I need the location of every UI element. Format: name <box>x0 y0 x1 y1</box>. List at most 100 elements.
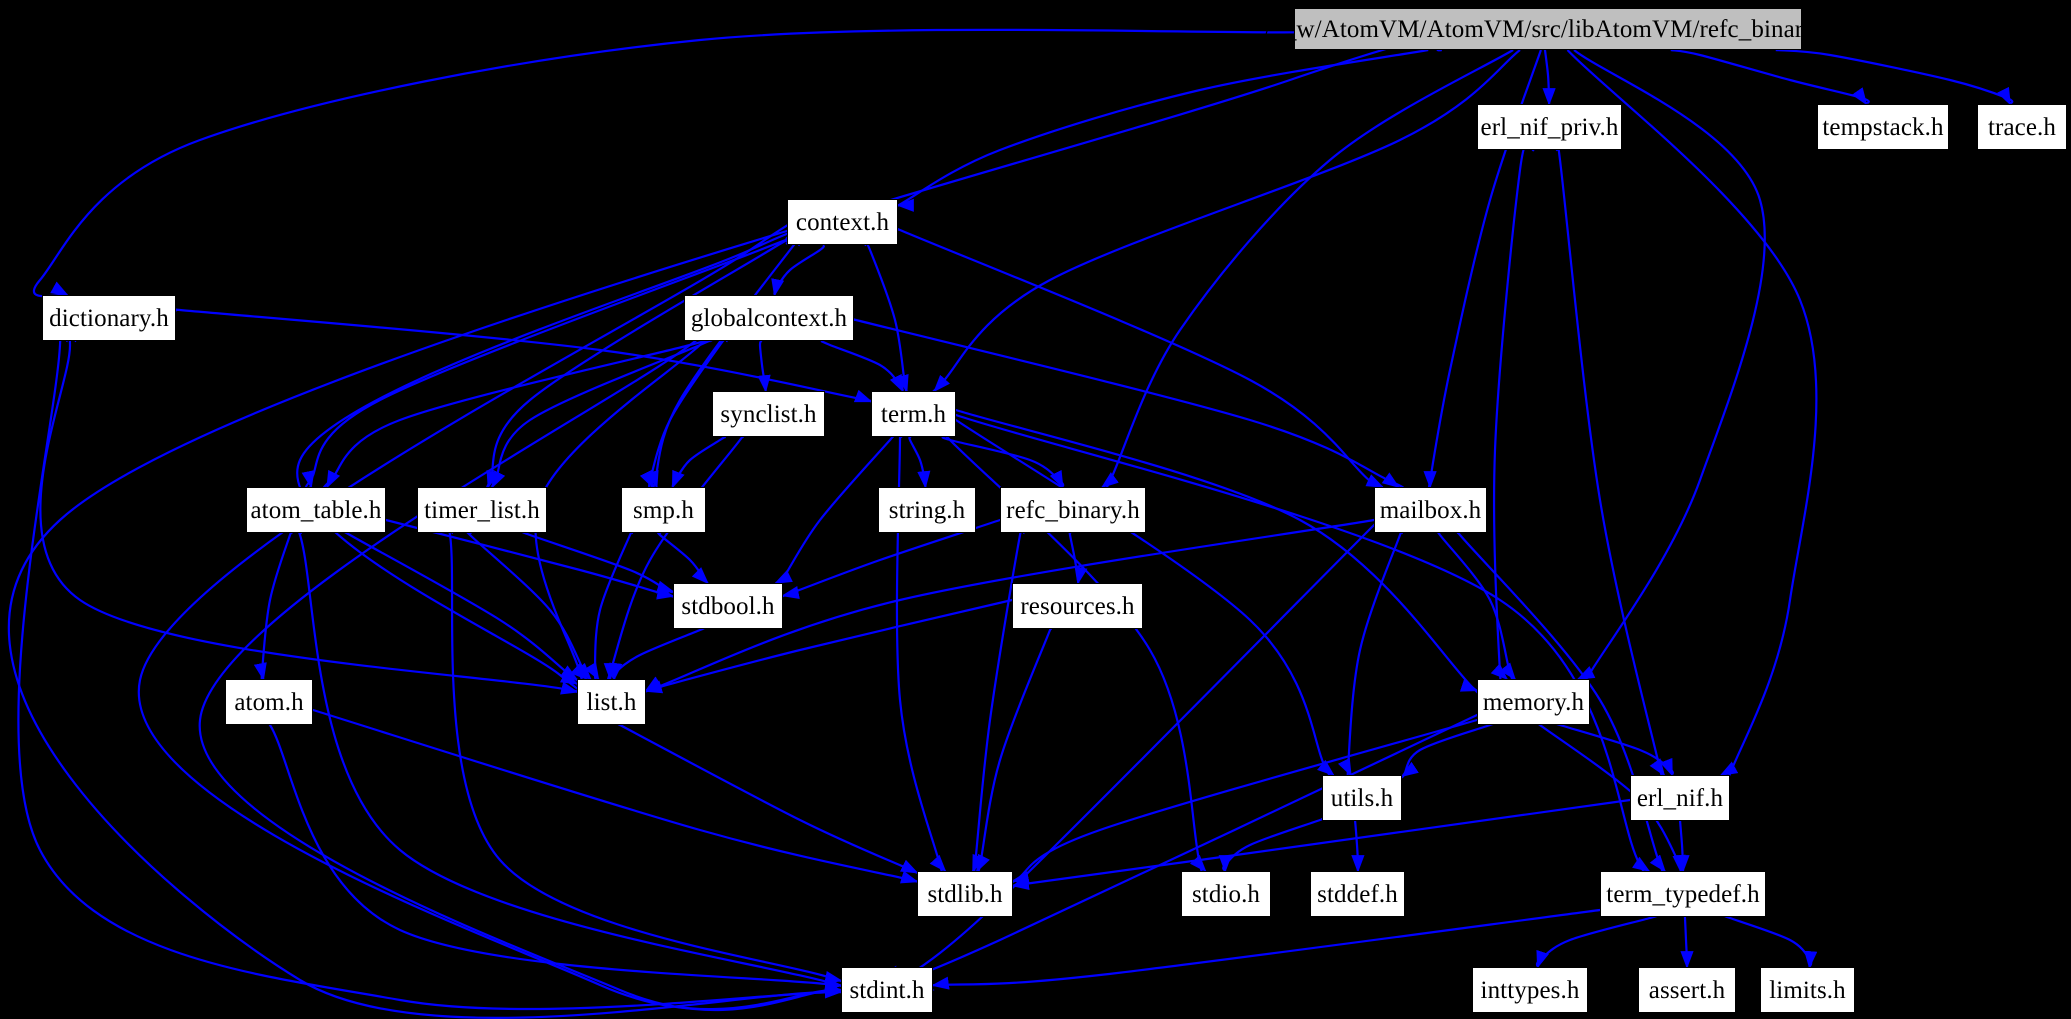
node-tempstack[interactable]: tempstack.h <box>1817 104 1949 150</box>
edge-stdbool-to-list <box>609 626 706 681</box>
edge-smp-to-stdbool <box>656 531 709 585</box>
edge-term-to-memory <box>929 400 1490 704</box>
edge-refc_binary-to-resources <box>1068 531 1088 585</box>
node-utils[interactable]: utils.h <box>1322 775 1402 821</box>
node-timer_list[interactable]: timer_list.h <box>417 487 547 533</box>
edge-root-to-refc_binary <box>1100 49 1514 496</box>
node-trace[interactable]: trace.h <box>1977 104 2067 150</box>
node-label: utils.h <box>1330 784 1394 812</box>
node-label: limits.h <box>1769 976 1846 1004</box>
node-label: atom_table.h <box>250 496 382 524</box>
edge-atom_table-to-stdint <box>291 510 873 997</box>
node-label: dictionary.h <box>49 304 169 332</box>
edge-mailbox-to-utils <box>1337 524 1405 781</box>
node-stddef[interactable]: stddef.h <box>1310 871 1405 917</box>
node-list[interactable]: list.h <box>577 679 646 725</box>
node-term_typedef[interactable]: term_typedef.h <box>1600 871 1766 917</box>
node-label: stdbool.h <box>681 592 775 620</box>
edge-root-to-trace <box>1775 48 2014 106</box>
node-context[interactable]: context.h <box>787 199 898 245</box>
node-label: term.h <box>880 400 947 428</box>
node-label: atom.h <box>234 688 304 716</box>
edge-utils-to-stddef <box>1351 817 1365 873</box>
node-label: inttypes.h <box>1480 976 1580 1004</box>
edge-term_typedef-to-limits <box>1723 914 1818 969</box>
node-label: string.h <box>888 496 966 524</box>
edge-root-to-erl_nif <box>1566 49 1818 785</box>
node-string[interactable]: string.h <box>878 487 976 533</box>
edge-mailbox-to-stdint <box>887 496 1403 998</box>
node-label: resources.h <box>1020 592 1135 620</box>
node-erl_nif_priv[interactable]: erl_nif_priv.h <box>1477 104 1622 150</box>
edge-atom-to-stdlib <box>283 700 930 886</box>
node-label: trace.h <box>1987 113 2056 141</box>
edge-root-to-context <box>890 48 1429 213</box>
node-label: timer_list.h <box>424 496 540 524</box>
edge-context-to-timer_list <box>485 235 795 491</box>
edge-refc_binary-to-stdlib <box>971 519 1026 879</box>
edge-synclist-to-smp <box>671 435 727 489</box>
edge-root-to-dictionary <box>32 28 1295 298</box>
edge-term-to-refc_binary <box>941 435 1065 489</box>
node-label: refc_binary.h <box>1006 496 1140 524</box>
edge-term-to-string <box>908 436 931 489</box>
node-label: erl_nif_priv.h <box>1480 113 1619 141</box>
node-stdint[interactable]: stdint.h <box>841 967 933 1013</box>
edge-context-to-atom_table <box>301 234 799 491</box>
node-inttypes[interactable]: inttypes.h <box>1472 967 1588 1013</box>
node-label: stdlib.h <box>927 880 1003 908</box>
edge-resources-to-stdlib <box>975 619 1056 876</box>
node-refc_binary[interactable]: refc_binary.h <box>1000 487 1146 533</box>
edge-erl_nif-to-term_typedef <box>1676 817 1690 873</box>
node-resources[interactable]: resources.h <box>1012 583 1143 629</box>
dependency-graph: /__w/AtomVM/AtomVM/src/libAtomVM/refc_bi… <box>0 0 2071 1019</box>
node-atom_table[interactable]: atom_table.h <box>246 487 386 533</box>
node-synclist[interactable]: synclist.h <box>712 391 825 437</box>
node-stdbool[interactable]: stdbool.h <box>673 583 783 629</box>
node-assert[interactable]: assert.h <box>1638 967 1736 1013</box>
node-root[interactable]: /__w/AtomVM/AtomVM/src/libAtomVM/refc_bi… <box>1264 8 1832 50</box>
edge-context-to-mailbox <box>872 217 1385 492</box>
edge-list-to-stdlib <box>605 716 923 876</box>
node-label: smp.h <box>633 496 694 524</box>
node-globalcontext[interactable]: globalcontext.h <box>684 295 854 341</box>
node-label: list.h <box>586 688 637 716</box>
edge-synclist-to-list <box>603 429 749 685</box>
edge-term-to-term_typedef <box>914 400 1655 888</box>
edge-globalcontext-to-synclist <box>757 340 771 393</box>
node-erl_nif[interactable]: erl_nif.h <box>1630 775 1730 821</box>
node-dictionary[interactable]: dictionary.h <box>42 295 176 341</box>
node-label: term_typedef.h <box>1606 880 1760 908</box>
node-label: context.h <box>795 208 890 236</box>
node-label: erl_nif.h <box>1636 784 1724 812</box>
node-label: globalcontext.h <box>690 304 848 332</box>
node-label: stddef.h <box>1317 880 1398 908</box>
edge-timer_list-to-stdbool <box>520 530 675 594</box>
node-label: assert.h <box>1648 976 1726 1004</box>
edge-context-to-globalcontext <box>771 244 826 297</box>
edge-atom_table-to-list <box>336 526 579 682</box>
node-label: stdint.h <box>849 976 925 1004</box>
node-stdio[interactable]: stdio.h <box>1181 871 1271 917</box>
node-smp[interactable]: smp.h <box>621 487 706 533</box>
node-label: memory.h <box>1482 688 1585 716</box>
node-memory[interactable]: memory.h <box>1477 679 1590 725</box>
edge-memory-to-utils <box>1400 722 1497 779</box>
edge-timer_list-to-list <box>463 527 592 682</box>
node-label: tempstack.h <box>1822 113 1944 141</box>
edge-root-to-tempstack <box>1670 48 1870 106</box>
node-label: synclist.h <box>720 400 817 428</box>
node-label: mailbox.h <box>1379 496 1482 524</box>
node-mailbox[interactable]: mailbox.h <box>1374 487 1487 533</box>
node-label: /__w/AtomVM/AtomVM/src/libAtomVM/refc_bi… <box>1264 15 1832 43</box>
edge-root-to-erl_nif_priv <box>1542 47 1556 106</box>
node-limits[interactable]: limits.h <box>1760 967 1855 1013</box>
node-term[interactable]: term.h <box>871 391 956 437</box>
node-stdlib[interactable]: stdlib.h <box>917 871 1013 917</box>
edge-term_typedef-to-inttypes <box>1535 914 1658 969</box>
node-atom[interactable]: atom.h <box>225 679 313 725</box>
edge-atom_table-to-atom <box>253 528 294 682</box>
edge-term_typedef-to-assert <box>1680 914 1694 969</box>
node-label: stdio.h <box>1191 880 1261 908</box>
edge-globalcontext-to-term <box>820 340 904 393</box>
